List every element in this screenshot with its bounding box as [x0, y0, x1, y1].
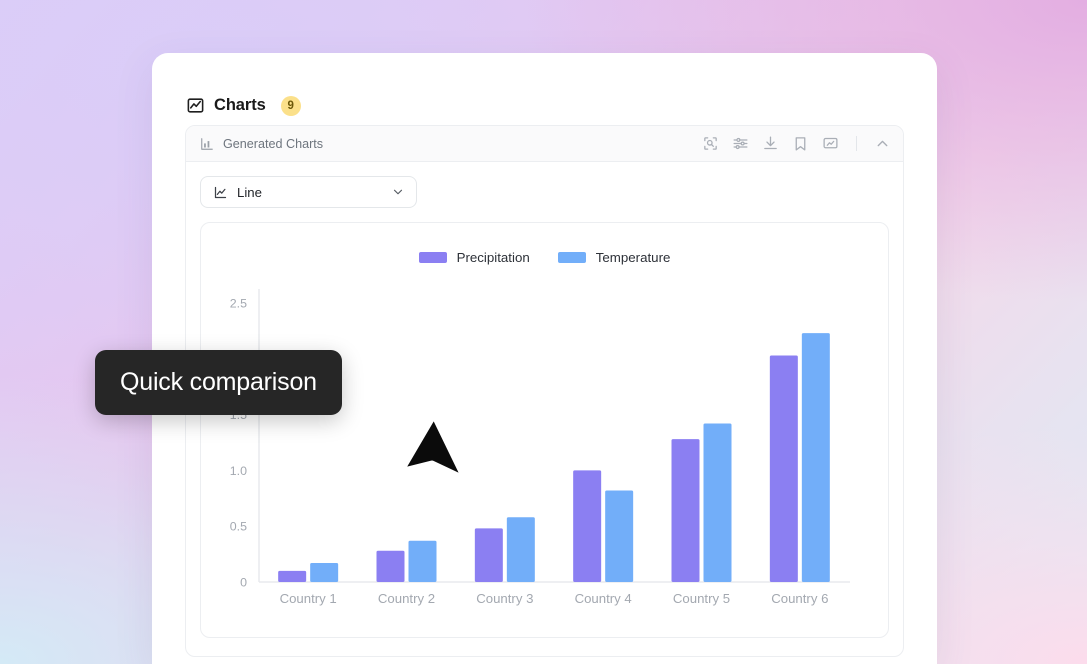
chart-bar[interactable]: [769, 355, 798, 582]
chevron-down-icon: [391, 185, 405, 199]
panel-header: Generated Charts: [186, 126, 903, 162]
y-axis-tick-label: 0.5: [230, 520, 247, 534]
download-icon[interactable]: [762, 135, 779, 152]
chart-bar[interactable]: [376, 550, 405, 582]
chart-container: Precipitation Temperature 2.52.01.51.00.…: [200, 222, 889, 638]
bookmark-icon[interactable]: [792, 135, 809, 152]
chart-type-value: Line: [237, 184, 262, 200]
x-axis-tick-label: Country 3: [476, 591, 533, 606]
scan-search-icon[interactable]: [702, 135, 719, 152]
panel-title: Generated Charts: [223, 136, 324, 151]
y-axis-tick-label: 2.5: [230, 297, 247, 311]
x-axis-tick-label: Country 2: [378, 591, 435, 606]
panel-toolbar: [702, 135, 891, 152]
present-screen-icon[interactable]: [822, 135, 839, 152]
chart-bar[interactable]: [474, 528, 503, 582]
chart-plot-area: 2.52.01.51.00.50Country 1Country 2Countr…: [201, 223, 888, 637]
x-axis-tick-label: Country 6: [771, 591, 828, 606]
chart-type-select[interactable]: Line: [200, 176, 417, 208]
toolbar-divider: [856, 136, 857, 151]
chart-bar[interactable]: [671, 439, 700, 582]
x-axis-tick-label: Country 1: [280, 591, 337, 606]
image-chart-icon: [186, 96, 205, 115]
chart-bar[interactable]: [408, 540, 437, 582]
chart-bar[interactable]: [506, 517, 535, 582]
x-axis-tick-label: Country 4: [575, 591, 632, 606]
card-header: Charts 9: [152, 53, 937, 125]
chart-bar[interactable]: [801, 333, 830, 582]
page-title: Charts: [214, 96, 266, 114]
line-chart-icon: [213, 185, 228, 200]
chart-bar[interactable]: [310, 563, 339, 582]
x-axis-tick-label: Country 5: [673, 591, 730, 606]
chevron-up-icon[interactable]: [874, 135, 891, 152]
sliders-settings-icon[interactable]: [732, 135, 749, 152]
chart-bar[interactable]: [573, 470, 602, 582]
bar-chart-icon: [200, 137, 214, 151]
status-badge: 9: [280, 95, 301, 116]
tooltip: Quick comparison: [95, 350, 342, 415]
chart-bar[interactable]: [278, 570, 307, 582]
y-axis-tick-label: 0: [240, 576, 247, 590]
chart-bar[interactable]: [703, 423, 732, 582]
chart-bar[interactable]: [605, 490, 634, 582]
y-axis-tick-label: 1.0: [230, 464, 247, 478]
